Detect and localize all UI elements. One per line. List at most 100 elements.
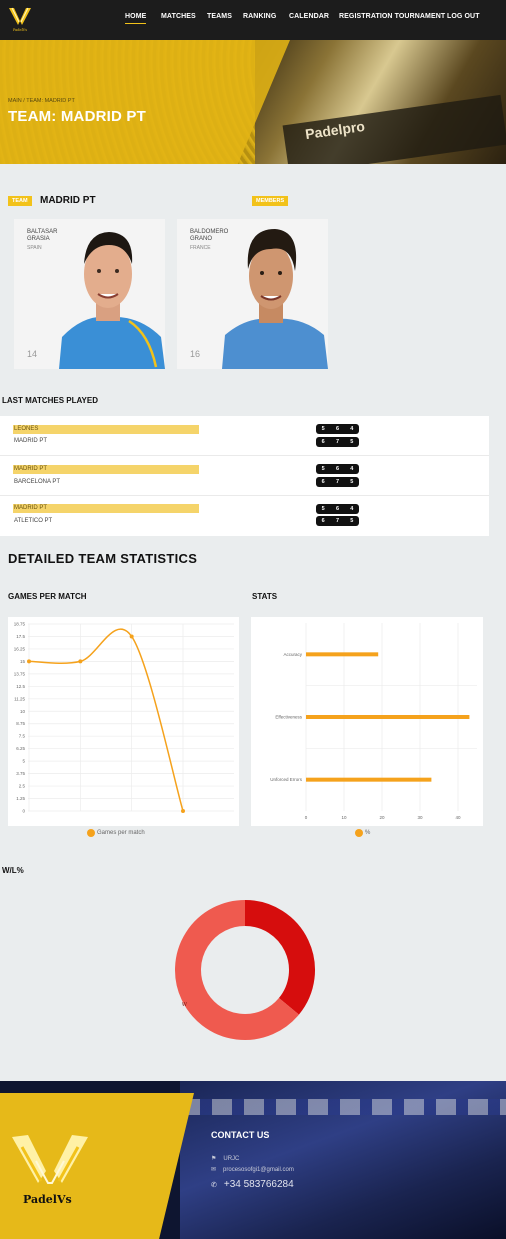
- contact-phone[interactable]: ✆ +34 583766284: [211, 1179, 294, 1190]
- nav-ranking[interactable]: RANKING: [243, 13, 276, 20]
- page-hero-banner: Padelpro MAIN / TEAM: MADRID PT TEAM: MA…: [0, 40, 506, 164]
- score-badge: 5 6 4: [316, 504, 359, 514]
- x-tick-label: 40: [455, 815, 461, 820]
- stats-bar-chart: 0 10 20 30 40 Accuracy Effectiveness Unforced E…: [270, 623, 477, 820]
- x-tick-label: 10: [341, 815, 347, 820]
- set-score: 5: [321, 466, 325, 472]
- set-score: 4: [350, 426, 354, 432]
- contact-title: CONTACT US: [211, 1130, 270, 1140]
- set-score: 7: [335, 439, 340, 445]
- match-team-home: MADRID PT: [13, 504, 199, 513]
- hero-photo: Padelpro: [255, 40, 506, 164]
- contact-email-text: procesosofgi1@gmail.com: [223, 1166, 294, 1173]
- y-tick-label: 10: [20, 709, 26, 714]
- set-score: 6: [321, 518, 325, 524]
- bar: [306, 652, 379, 657]
- player-number: 16: [190, 349, 201, 359]
- flag-icon: ⚑: [211, 1156, 217, 1162]
- contact-email[interactable]: ✉ procesosofgi1@gmail.com: [211, 1166, 294, 1174]
- set-score: 6: [321, 439, 325, 445]
- set-score: 7: [335, 518, 340, 524]
- nav-calendar[interactable]: CALENDAR: [289, 13, 329, 20]
- y-tick-label: 6.25: [16, 746, 25, 751]
- y-category-label: Unforced Errors: [270, 777, 303, 782]
- nav-home[interactable]: HOME: [125, 13, 147, 24]
- y-tick-label: 13.75: [14, 671, 26, 676]
- logo-text: PadelVs: [13, 28, 27, 32]
- y-tick-label: 8.75: [16, 721, 25, 726]
- games-chart-legend[interactable]: Games per match: [87, 829, 145, 837]
- score-badge: 5 6 4: [316, 464, 359, 474]
- data-point: [181, 809, 185, 813]
- set-score: 5: [350, 439, 354, 445]
- legend-label: %: [365, 830, 371, 836]
- set-score: 5: [350, 479, 354, 485]
- data-point: [78, 659, 83, 664]
- set-score: 7: [335, 479, 340, 485]
- set-score: 5: [321, 426, 325, 432]
- footer-photo-banner: [180, 1099, 506, 1115]
- match-row[interactable]: MADRID PT ATLETICO PT 5 6 4 6 7 5: [0, 496, 489, 536]
- player-country: FRANCE: [190, 245, 211, 251]
- score-badge: 6 7 5: [316, 477, 359, 487]
- data-point: [129, 634, 134, 639]
- mail-icon: ✉: [211, 1167, 217, 1173]
- bar: [306, 715, 470, 719]
- y-tick-label: 2.5: [19, 784, 26, 789]
- nav-logout[interactable]: LOG OUT: [447, 13, 480, 20]
- match-row[interactable]: LEONES MADRID PT 5 6 4 6 7 5: [0, 416, 489, 456]
- contact-phone-text: +34 583766284: [223, 1179, 294, 1190]
- nav-matches[interactable]: MATCHES: [161, 13, 196, 20]
- y-tick-label: 17.5: [16, 634, 25, 639]
- y-tick-label: 12.5: [16, 684, 25, 689]
- games-per-match-heading: GAMES PER MATCH: [8, 592, 87, 601]
- set-score: 6: [335, 466, 340, 472]
- padelvs-logo[interactable]: PadelVs: [6, 5, 34, 33]
- player-name: BALTASAR GRASIA: [27, 229, 58, 242]
- match-row[interactable]: MADRID PT BARCELONA PT 5 6 4 6 7 5: [0, 456, 489, 496]
- y-tick-label: 16.25: [14, 646, 26, 651]
- match-team-home: MADRID PT: [13, 465, 199, 474]
- set-score: 4: [350, 466, 354, 472]
- y-category-label: Accuracy: [283, 652, 302, 657]
- team-tag: TEAM: [8, 196, 32, 206]
- team-name: MADRID PT: [40, 195, 96, 206]
- match-team-away: BARCELONA PT: [14, 479, 61, 485]
- slice-label: W: [182, 1002, 187, 1008]
- y-tick-label: 1.25: [16, 796, 25, 801]
- score-badge: 5 6 4: [316, 424, 359, 434]
- footer-logo[interactable]: [10, 1131, 90, 1195]
- y-tick-label: 11.25: [14, 696, 25, 701]
- stats-chart-panel: 0 10 20 30 40 Accuracy Effectiveness Unforced E…: [251, 617, 483, 826]
- contact-org-text: URJC: [223, 1155, 240, 1162]
- page-title: TEAM: MADRID PT: [8, 108, 146, 125]
- player-card[interactable]: BALTASAR GRASIA SPAIN 14: [14, 219, 165, 369]
- contact-org: ⚑ URJC: [211, 1155, 240, 1163]
- matches-list: LEONES MADRID PT 5 6 4 6 7 5 MADRID PT BARCE…: [0, 416, 489, 536]
- stats-chart-legend[interactable]: %: [355, 829, 370, 837]
- stats-heading: STATS: [252, 592, 278, 601]
- player-card[interactable]: BALDOMERO GRANO FRANCE 16: [177, 219, 328, 369]
- y-category-label: Effectiveness: [275, 715, 302, 720]
- set-score: 4: [350, 506, 354, 512]
- doughnut-slice: [244, 900, 315, 1015]
- nav-teams[interactable]: TEAMS: [207, 13, 232, 20]
- y-tick-label: 3.75: [16, 771, 25, 776]
- set-score: 5: [321, 506, 325, 512]
- set-score: 6: [335, 426, 340, 432]
- wl-doughnut-chart: W: [175, 900, 315, 1040]
- y-tick-label: 18.75: [14, 622, 26, 627]
- legend-swatch: [355, 829, 363, 837]
- wl-heading: W/L%: [2, 866, 24, 875]
- series-line: [28, 628, 184, 812]
- set-score: 5: [350, 518, 354, 524]
- y-tick-label: 0: [22, 809, 25, 814]
- breadcrumb[interactable]: MAIN / TEAM: MADRID PT: [8, 98, 75, 104]
- player-country: SPAIN: [27, 245, 42, 251]
- legend-label: Games per match: [97, 830, 145, 836]
- x-tick-label: 0: [305, 815, 308, 820]
- games-per-match-chart: 18.75 17.5 16.25 15 13.75 12.5 11.25 10 8.75 7.5 6…: [14, 622, 234, 814]
- phone-icon: ✆: [211, 1181, 217, 1189]
- nav-registration-tournament[interactable]: REGISTRATION TOURNAMENT: [339, 13, 445, 20]
- match-team-away: ATLETICO PT: [14, 518, 53, 524]
